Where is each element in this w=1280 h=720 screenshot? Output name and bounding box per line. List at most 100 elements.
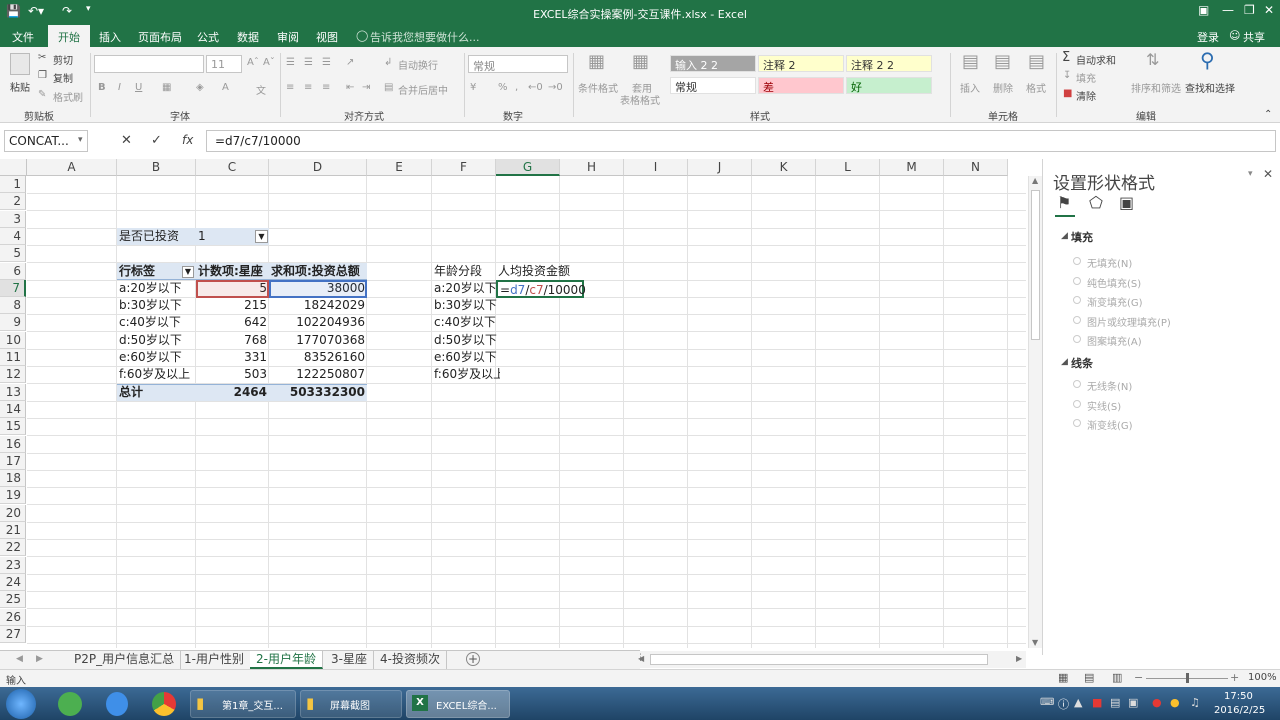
style-normal[interactable]: 常规 <box>670 77 756 94</box>
fill-option-radio[interactable] <box>1073 257 1081 265</box>
fill-option-label[interactable]: 图案填充(A) <box>1087 333 1142 348</box>
row-header-22[interactable]: 22 <box>0 539 26 556</box>
row-header-20[interactable]: 20 <box>0 505 26 522</box>
row-header-26[interactable]: 26 <box>0 609 26 626</box>
column-header-a[interactable]: A <box>27 159 117 176</box>
filter-dropdown-icon[interactable]: ▼ <box>255 230 268 243</box>
tab-data[interactable]: 数据 <box>237 29 259 45</box>
align-right-icon[interactable]: ≡ <box>322 82 330 93</box>
fill-line-icon[interactable]: ⚑ <box>1057 193 1071 212</box>
zoom-in-icon[interactable]: + <box>1230 671 1239 684</box>
tray-arrow-icon[interactable]: ▲ <box>1074 696 1082 709</box>
paste-icon[interactable] <box>10 53 30 75</box>
tab-formulas[interactable]: 公式 <box>197 29 219 45</box>
tab-insert[interactable]: 插入 <box>99 29 121 45</box>
effects-icon[interactable]: ⬠ <box>1089 193 1103 212</box>
sheet-tab[interactable]: P2P_用户信息汇总 <box>68 651 182 669</box>
pane-options-icon[interactable]: ▾ <box>1248 169 1253 179</box>
size-properties-icon[interactable]: ▣ <box>1119 193 1134 212</box>
tell-me-input[interactable]: 告诉我您想要做什么... <box>370 29 480 45</box>
pivot-count-cell[interactable]: 215 <box>196 297 269 314</box>
pivot-total-count[interactable]: 2464 <box>196 384 269 401</box>
row-header-21[interactable]: 21 <box>0 522 26 539</box>
fill-option-label[interactable]: 渐变填充(G) <box>1087 294 1143 309</box>
column-header-m[interactable]: M <box>880 159 944 176</box>
row-header-14[interactable]: 14 <box>0 401 26 418</box>
next-sheet-icon[interactable]: ▶ <box>36 654 43 664</box>
fill-section-caret-icon[interactable]: ◢ <box>1061 231 1068 241</box>
tray-app-icon[interactable]: ● <box>1152 696 1162 709</box>
insert-function-icon[interactable]: fx <box>182 133 193 147</box>
row-header-12[interactable]: 12 <box>0 366 26 383</box>
fill-option-radio[interactable] <box>1073 296 1081 304</box>
worksheet-grid[interactable]: A B C D E F G H I J K L M N 1 2 3 4 5 6 7 8 9 10 11 12 13 14 15 16 17 1… <box>0 159 1026 648</box>
minimize-icon[interactable]: — <box>1222 3 1234 17</box>
line-option-radio[interactable] <box>1073 380 1081 388</box>
start-button[interactable] <box>6 689 36 719</box>
style-note[interactable]: 注释 2 <box>758 55 844 72</box>
pivot-count-cell[interactable]: 331 <box>196 349 269 366</box>
format-painter-button[interactable]: 格式刷 <box>53 89 83 104</box>
align-center-icon[interactable]: ≡ <box>304 82 312 93</box>
cut-button[interactable]: 剪切 <box>53 52 73 67</box>
align-left-icon[interactable]: ≡ <box>286 82 294 93</box>
tray-app-icon[interactable]: ▣ <box>1128 696 1138 709</box>
column-header-h[interactable]: H <box>560 159 624 176</box>
delete-cells-button[interactable]: 删除 <box>993 80 1013 95</box>
ie-icon[interactable] <box>58 692 82 716</box>
volume-icon[interactable]: ♫ <box>1190 696 1200 709</box>
comma-style-icon[interactable]: , <box>515 82 518 93</box>
zoom-slider-thumb[interactable] <box>1186 673 1189 683</box>
fill-option-radio[interactable] <box>1073 276 1081 285</box>
sheet-tab[interactable]: 2-用户年龄 <box>250 651 323 669</box>
enter-icon[interactable]: ✓ <box>151 133 162 148</box>
name-box-dropdown-icon[interactable]: ▾ <box>78 135 83 145</box>
row-header-11[interactable]: 11 <box>0 349 26 366</box>
number-format-select[interactable]: 常规 <box>468 55 568 73</box>
align-top-icon[interactable]: ☰ <box>286 57 295 68</box>
column-header-g[interactable]: G <box>496 159 560 176</box>
network-icon[interactable]: ▤ <box>1110 696 1120 709</box>
line-option-radio[interactable] <box>1073 419 1081 427</box>
style-good[interactable]: 好 <box>846 77 932 94</box>
tab-page-layout[interactable]: 页面布局 <box>138 29 182 45</box>
underline-icon[interactable]: U <box>135 82 142 93</box>
scroll-down-icon[interactable]: ▼ <box>1032 638 1038 647</box>
fill-option-radio[interactable] <box>1073 335 1081 343</box>
column-header-e[interactable]: E <box>367 159 432 176</box>
paste-button[interactable]: 粘贴 <box>10 79 30 94</box>
font-size-select[interactable]: 11 <box>206 55 242 73</box>
clear-button[interactable]: 清除 <box>1076 88 1096 103</box>
pivot-count-cell[interactable]: 503 <box>196 366 269 383</box>
percent-icon[interactable]: % <box>498 82 508 93</box>
column-header-f[interactable]: F <box>432 159 496 176</box>
pivot-sum-cell[interactable]: 122250807 <box>269 366 367 383</box>
row-header-5[interactable]: 5 <box>0 245 26 262</box>
font-color-icon[interactable]: A <box>222 82 229 93</box>
font-name-select[interactable] <box>94 55 204 73</box>
row-header-23[interactable]: 23 <box>0 557 26 574</box>
fill-option-label[interactable]: 纯色填充(S) <box>1087 275 1141 290</box>
row-header-7[interactable]: 7 <box>0 280 26 297</box>
column-header-d[interactable]: D <box>269 159 367 176</box>
fill-option-label[interactable]: 图片或纹理填充(P) <box>1087 314 1171 329</box>
find-select-button[interactable]: 查找和选择 <box>1185 80 1235 95</box>
ribbon-display-icon[interactable]: ▣ <box>1198 3 1209 17</box>
line-option-label[interactable]: 无线条(N) <box>1087 378 1132 393</box>
pane-close-icon[interactable]: ✕ <box>1263 167 1273 181</box>
fill-option-label[interactable]: 无填充(N) <box>1087 255 1132 270</box>
tab-view[interactable]: 视图 <box>316 29 338 45</box>
zoom-level[interactable]: 100% <box>1248 672 1277 683</box>
pivot-count-cell[interactable]: 768 <box>196 332 269 349</box>
row-header-27[interactable]: 27 <box>0 626 26 643</box>
borders-icon[interactable]: ▦ <box>162 82 171 93</box>
merge-center-button[interactable]: 合并后居中 <box>398 82 448 97</box>
grow-font-icon[interactable]: Aˆ <box>247 57 259 68</box>
chrome-icon[interactable] <box>152 692 176 716</box>
column-header-n[interactable]: N <box>944 159 1008 176</box>
fill-button[interactable]: 填充 <box>1076 70 1096 85</box>
row-header-9[interactable]: 9 <box>0 314 26 331</box>
scroll-up-icon[interactable]: ▲ <box>1032 176 1038 185</box>
conditional-format-button[interactable]: 条件格式 <box>578 80 618 95</box>
clock-time[interactable]: 17:50 <box>1224 691 1253 702</box>
